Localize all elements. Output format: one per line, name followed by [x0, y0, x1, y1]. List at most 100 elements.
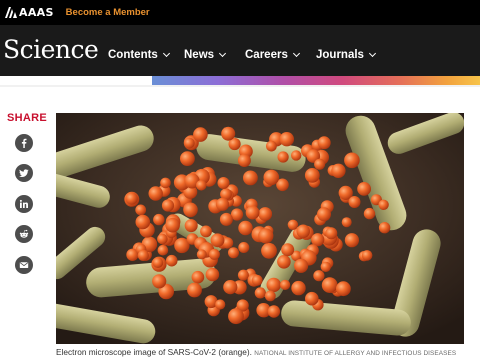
- virus-particle-shape: [205, 267, 220, 282]
- virus-particle-shape: [320, 261, 331, 272]
- nav-news[interactable]: News: [184, 49, 227, 61]
- virus-particle-shape: [317, 136, 331, 150]
- chevron-down-icon: [292, 49, 300, 58]
- nav-news-label: News: [184, 49, 215, 61]
- virus-particle-shape: [180, 151, 195, 166]
- aaas-logo-text: AAAS: [19, 6, 54, 19]
- virus-particle-shape: [223, 280, 238, 295]
- virus-particle-shape: [165, 254, 178, 267]
- nav-careers[interactable]: Careers: [245, 49, 300, 61]
- virus-particle-shape: [221, 126, 236, 141]
- virus-particle-shape: [183, 202, 198, 218]
- virus-particle-shape: [317, 207, 331, 222]
- virus-particle-shape: [305, 291, 319, 306]
- virus-particle-shape: [263, 169, 280, 186]
- virus-particle-shape: [261, 242, 277, 259]
- article-figure: [56, 113, 464, 344]
- nav-contents-label: Contents: [108, 49, 158, 61]
- main-navigation: Science Contents News Careers Journals: [0, 25, 480, 76]
- virus-particle-shape: [183, 137, 195, 149]
- virus-particle-shape: [184, 219, 198, 233]
- virus-particle-shape: [291, 150, 302, 161]
- image-credit: NATIONAL INSTITUTE OF ALLERGY AND INFECT…: [254, 350, 457, 357]
- virus-particle-shape: [251, 274, 263, 286]
- virus-particle-shape: [237, 269, 249, 281]
- aaas-mark-icon: [5, 7, 17, 18]
- caption-text: Electron microscope image of SARS-CoV-2 …: [56, 347, 252, 357]
- virus-particle-shape: [277, 151, 289, 163]
- divider: [0, 85, 480, 87]
- virus-particle-shape: [258, 228, 274, 244]
- virus-particle-shape: [294, 258, 309, 273]
- virus-particle-shape: [266, 277, 281, 293]
- virus-particle-shape: [135, 204, 147, 216]
- nav-journals[interactable]: Journals: [316, 49, 376, 61]
- virus-particle-shape: [280, 279, 291, 290]
- share-facebook-button[interactable]: [15, 134, 33, 152]
- virus-particle-shape: [378, 199, 389, 210]
- virus-particle-shape: [296, 224, 310, 239]
- virus-particle-shape: [228, 247, 239, 259]
- virus-particle-shape: [331, 163, 346, 178]
- become-member-link[interactable]: Become a Member: [66, 7, 150, 18]
- virus-particle-shape: [258, 207, 273, 221]
- virus-particle-shape: [321, 277, 338, 293]
- virus-particle-shape: [137, 249, 149, 261]
- virus-particle-shape: [277, 255, 291, 269]
- virus-particle-shape: [378, 222, 391, 234]
- virus-particle-shape: [287, 219, 299, 230]
- virus-particle-shape: [304, 168, 320, 183]
- share-reddit-button[interactable]: [15, 225, 33, 243]
- virus-particle-shape: [314, 158, 326, 170]
- virus-particle-shape: [153, 213, 165, 226]
- virus-particle-shape: [344, 233, 359, 248]
- virus-particle-shape: [325, 227, 338, 240]
- figure-caption: Electron microscope image of SARS-CoV-2 …: [56, 347, 480, 357]
- reddit-icon: [19, 229, 29, 238]
- virus-particle-shape: [148, 186, 163, 201]
- virus-particle-shape: [160, 177, 171, 189]
- chevron-down-icon: [368, 49, 376, 58]
- top-utility-bar: AAAS Become a Member: [0, 0, 480, 25]
- virus-particle-shape: [291, 280, 306, 296]
- share-heading: SHARE: [7, 112, 48, 124]
- virus-particle-shape: [238, 242, 250, 253]
- virus-particle-shape: [208, 248, 220, 260]
- nav-contents[interactable]: Contents: [108, 49, 170, 61]
- virus-particle-shape: [348, 196, 361, 208]
- virus-particle-shape: [219, 212, 233, 226]
- virus-particle-shape: [341, 217, 352, 228]
- virus-particle-shape: [215, 197, 230, 211]
- nav-journals-label: Journals: [316, 49, 364, 61]
- chevron-down-icon: [162, 49, 170, 58]
- virus-particle-shape: [152, 257, 164, 268]
- virus-particle-shape: [187, 282, 202, 298]
- science-logo[interactable]: Science: [3, 35, 99, 64]
- virus-particle-shape: [157, 244, 169, 256]
- virus-particle-shape: [161, 199, 175, 212]
- decorative-gradient-strip: [152, 76, 480, 85]
- share-linkedin-button[interactable]: [15, 195, 33, 213]
- virus-particle-shape: [238, 220, 253, 236]
- sars-cov-2-micrograph-image: [56, 113, 464, 344]
- facebook-icon: [21, 138, 27, 148]
- share-email-button[interactable]: [15, 256, 33, 274]
- virus-particle-shape: [228, 308, 244, 325]
- nav-careers-label: Careers: [245, 49, 288, 61]
- share-twitter-button[interactable]: [15, 164, 33, 182]
- virus-particle-shape: [336, 281, 351, 297]
- virus-particle-shape: [363, 207, 376, 220]
- virus-particle-shape: [157, 233, 168, 245]
- virus-particle-shape: [193, 127, 208, 142]
- virus-particle-shape: [313, 270, 325, 282]
- aaas-logo[interactable]: AAAS: [5, 6, 54, 19]
- virus-particle-shape: [344, 152, 360, 169]
- email-icon: [19, 262, 29, 268]
- virus-particle-shape: [264, 290, 276, 302]
- virus-particle-shape: [125, 192, 138, 205]
- virus-particle-shape: [357, 182, 371, 196]
- virus-particle-shape: [191, 270, 205, 284]
- virus-particle-shape: [196, 249, 207, 260]
- virus-particle-shape: [361, 250, 373, 261]
- virus-particle-shape: [215, 299, 226, 310]
